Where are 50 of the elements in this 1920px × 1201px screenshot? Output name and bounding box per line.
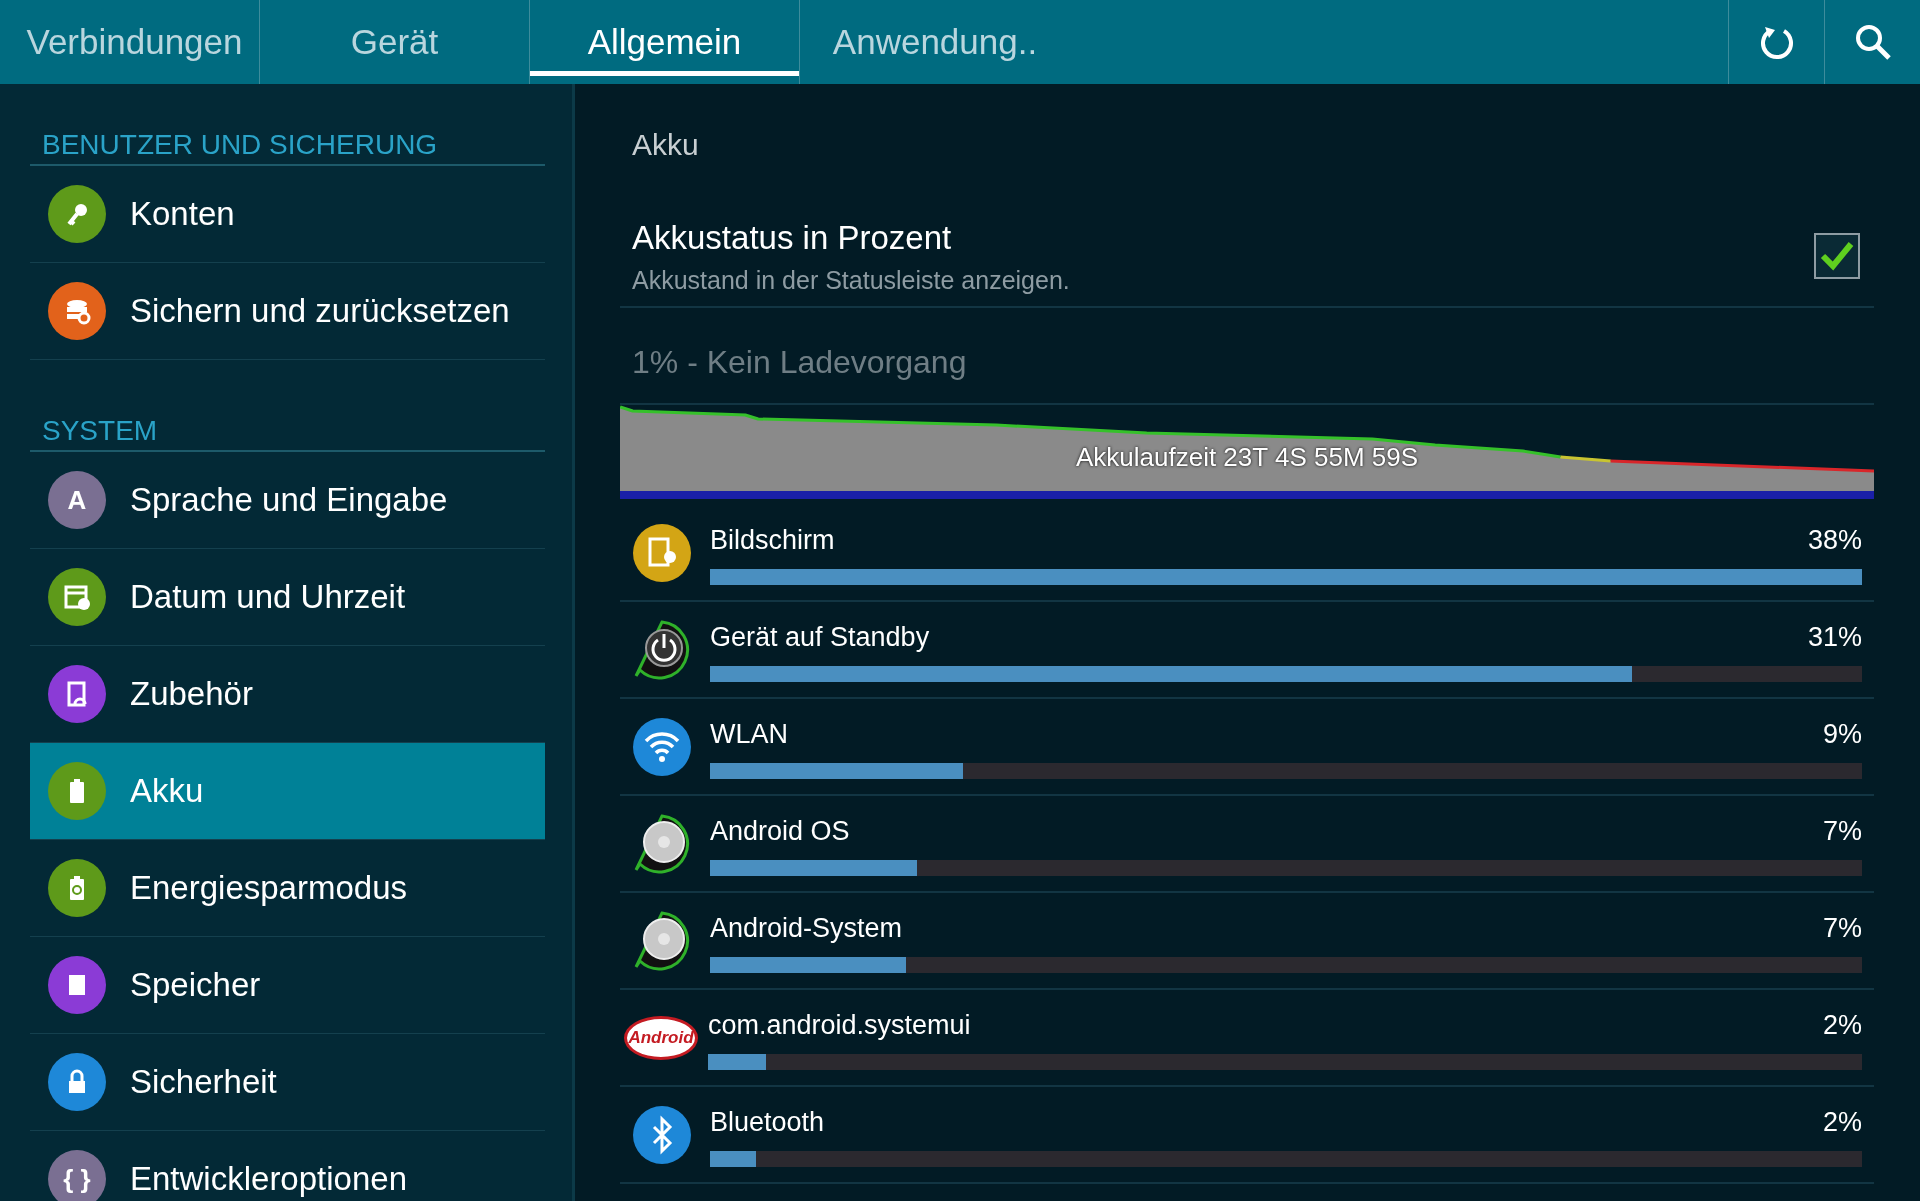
usage-row[interactable]: Bildschirm 38% bbox=[620, 505, 1874, 602]
sidebar-item[interactable]: Sicherheit bbox=[30, 1034, 545, 1131]
app-name: Android-System bbox=[710, 912, 903, 946]
sidebar-item[interactable]: { } Entwickleroptionen bbox=[30, 1131, 545, 1201]
chrome-knob-icon bbox=[632, 813, 692, 874]
app-name: Bluetooth bbox=[710, 1106, 825, 1140]
wifi-icon bbox=[632, 716, 692, 777]
sidebar-item[interactable]: Konten bbox=[30, 166, 545, 263]
usage-percent: 7% bbox=[1822, 815, 1862, 849]
setting-subtitle: Akkustand in der Statusleiste anzeigen. bbox=[632, 265, 1070, 296]
usage-percent: 2% bbox=[1822, 1106, 1862, 1140]
usage-percent: 2% bbox=[1822, 1009, 1862, 1043]
usage-row[interactable]: Android-System 7% bbox=[620, 893, 1874, 990]
app-name: WLAN bbox=[710, 718, 788, 752]
section-header: SYSTEM bbox=[30, 370, 545, 452]
sidebar-item[interactable]: Energiesparmodus bbox=[30, 840, 545, 937]
tab[interactable]: Allgemein bbox=[530, 0, 800, 84]
charge-status: 1% - Kein Ladevorgang bbox=[620, 308, 1874, 405]
checkbox[interactable] bbox=[1814, 233, 1860, 279]
usage-row[interactable]: Android OS 7% bbox=[620, 796, 1874, 893]
letter-icon: A bbox=[48, 471, 106, 529]
tab[interactable]: Anwendung.. bbox=[800, 0, 1070, 84]
usage-percent: 7% bbox=[1822, 912, 1862, 946]
display-icon bbox=[632, 522, 692, 583]
sidebar-item[interactable]: Datum und Uhrzeit bbox=[30, 549, 545, 646]
bluetooth-icon bbox=[632, 1104, 692, 1165]
sidebar-item[interactable]: Akku bbox=[30, 743, 545, 840]
setting-row[interactable]: Akkustatus in Prozent Akkustand in der Statusleiste anzeigen. bbox=[620, 206, 1874, 308]
chrome-knob-icon bbox=[632, 910, 692, 971]
usage-row[interactable]: WLAN 9% bbox=[620, 699, 1874, 796]
usage-row[interactable]: Gerät auf Standby 31% bbox=[620, 602, 1874, 699]
page-title: Akku bbox=[631, 127, 700, 163]
power-icon bbox=[632, 619, 692, 680]
usage-row[interactable]: Bluetooth 2% bbox=[620, 1087, 1874, 1184]
setting-title: Akkustatus in Prozent bbox=[632, 217, 953, 258]
sidebar-item[interactable]: Speicher bbox=[30, 937, 545, 1034]
app-name: Gerät auf Standby bbox=[710, 621, 930, 655]
usage-percent: 38% bbox=[1807, 524, 1862, 558]
app-name: com.android.systemui bbox=[708, 1009, 971, 1043]
app-name: Bildschirm bbox=[710, 524, 835, 558]
sidebar-item[interactable]: A Sprache und Eingabe bbox=[30, 452, 545, 549]
sidebar-item[interactable]: Sichern und zurücksetzen bbox=[30, 263, 545, 360]
app-name: Android OS bbox=[710, 815, 850, 849]
section-header: BENUTZER UND SICHERUNG bbox=[30, 84, 545, 166]
graph-label: Akkulaufzeit 23T 4S 55M 59S bbox=[1075, 441, 1419, 474]
letter-icon: { } bbox=[48, 1150, 106, 1201]
usage-row[interactable]: Android com.android.systemui 2% bbox=[620, 990, 1874, 1087]
android-logo-icon: Android bbox=[624, 1015, 698, 1060]
usage-percent: 31% bbox=[1807, 621, 1862, 655]
usage-percent: 9% bbox=[1822, 718, 1862, 752]
